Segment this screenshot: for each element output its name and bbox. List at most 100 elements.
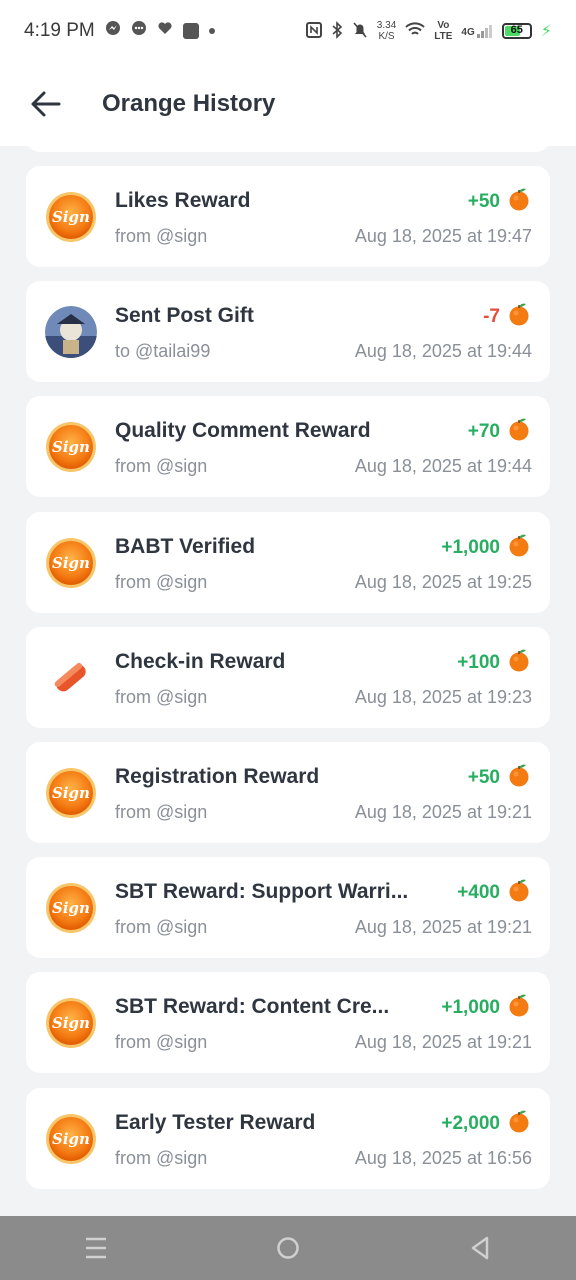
orange-icon [508,302,530,331]
back-nav-button[interactable] [456,1224,504,1272]
list-item-partial[interactable] [26,132,550,152]
item-amount: -7 [483,305,500,327]
svg-text:Sign: Sign [52,208,90,226]
history-item[interactable]: Sign BABT Verified from @sign +1,000 Aug 18,… [26,512,550,613]
orange-icon [508,533,530,562]
recent-apps-button[interactable] [72,1224,120,1272]
heart-icon [157,20,173,42]
amount-group: +70 [468,417,530,446]
history-item[interactable]: Sign Early Tester Reward from @sign +2,000 A… [26,1088,550,1189]
chat-icon [131,20,147,42]
bluetooth-icon [331,20,343,42]
history-item[interactable]: Sign SBT Reward: Support Warri... from @si… [26,857,550,958]
sign-logo-icon: Sign [45,767,97,819]
item-title: Likes Reward [115,189,251,212]
history-item[interactable]: Sign SBT Reward: Content Cre... from @sign… [26,972,550,1073]
item-amount: +1,000 [441,536,500,558]
network-speed-unit: K/S [378,31,395,42]
sign-logo-icon: Sign [45,191,97,243]
item-date: Aug 18, 2025 at 19:23 [354,687,532,707]
network-speed-value: 3.34 [376,20,397,31]
signal-label: 4G [461,27,475,38]
item-source: from @sign [115,456,208,476]
item-date: Aug 18, 2025 at 19:25 [354,572,532,592]
item-title: BABT Verified [115,535,256,558]
volte-indicator: Vo LTE [434,20,453,42]
amount-group: +1,000 [441,993,530,1022]
status-time: 4:19 PM [24,20,95,41]
item-source: from @sign [115,572,208,592]
svg-text:Sign: Sign [52,899,90,917]
item-amount: +50 [467,190,500,212]
back-arrow-icon [31,91,61,117]
back-button[interactable] [22,80,70,128]
item-title: Sent Post Gift [115,304,254,327]
wifi-icon [405,21,425,41]
history-item[interactable]: Sign Registration Reward from @sign +50 Aug … [26,742,550,843]
sign-logo-icon: Sign [45,1113,97,1165]
svg-text:Sign: Sign [52,554,90,572]
orange-icon [508,878,530,907]
history-item[interactable]: Sign Quality Comment Reward from @sign +70 A… [26,396,550,497]
item-amount: +100 [457,651,500,673]
svg-text:Sign: Sign [52,784,90,802]
page-title: Orange History [102,90,276,117]
item-amount: +70 [467,420,500,442]
item-source: from @sign [115,917,208,937]
charging-icon: ⚡ [540,23,552,40]
sign-logo-icon: Sign [45,421,97,473]
item-source: to @tailai99 [115,341,211,361]
nfc-icon [305,21,322,41]
item-source: from @sign [115,1148,208,1168]
battery-icon: 65 [501,23,532,39]
network-speed: 3.34 K/S [377,20,396,42]
item-date: Aug 18, 2025 at 16:56 [354,1148,532,1168]
item-title: Check-in Reward [115,650,286,673]
history-item[interactable]: Sign Likes Reward from @sign +50 Aug 18, 202… [26,166,550,267]
item-date: Aug 18, 2025 at 19:47 [354,226,532,246]
amount-group: +400 [457,878,530,907]
home-button[interactable] [264,1224,312,1272]
amount-group: +50 [468,763,530,792]
back-triangle-icon [471,1236,489,1260]
mute-icon [352,21,368,42]
item-date: Aug 18, 2025 at 19:21 [354,917,532,937]
item-date: Aug 18, 2025 at 19:44 [354,341,532,361]
orange-icon [508,187,530,216]
amount-group: -7 [483,302,530,331]
item-title: SBT Reward: Content Cre... [115,995,390,1018]
more-notifications-icon [208,28,215,34]
orange-icon [508,1109,530,1138]
amount-group: +2,000 [441,1109,530,1138]
amount-group: +100 [457,648,530,677]
item-date: Aug 18, 2025 at 19:44 [354,456,532,476]
item-source: from @sign [115,1032,208,1052]
sign-logo-icon: Sign [45,537,97,589]
item-date: Aug 18, 2025 at 19:21 [354,1032,532,1052]
amount-group: +50 [468,187,530,216]
item-title: Registration Reward [115,765,320,788]
item-amount: +50 [467,766,500,788]
item-title: SBT Reward: Support Warri... [115,880,409,903]
battery-level: 65 [510,24,523,36]
status-bar: 4:19 PM 3.34 K/S Vo LTE 4G 65 ⚡ [0,0,576,62]
item-title: Early Tester Reward [115,1111,316,1134]
svg-text:Sign: Sign [52,438,90,456]
item-amount: +2,000 [441,1112,500,1134]
item-source: from @sign [115,226,208,246]
orange-icon [508,993,530,1022]
orange-icon [508,763,530,792]
item-source: from @sign [115,802,208,822]
item-source: from @sign [115,687,208,707]
orange-icon [508,648,530,677]
orange-icon [508,417,530,446]
history-item[interactable]: Check-in Reward from @sign +100 Aug 18, 202… [26,627,550,728]
item-title: Quality Comment Reward [115,419,371,442]
home-circle-icon [277,1237,299,1259]
svg-text:Sign: Sign [52,1130,90,1148]
item-date: Aug 18, 2025 at 19:21 [354,802,532,822]
check-in-pill-icon [45,652,97,704]
app-notification-icon [182,23,199,39]
menu-icon [86,1237,106,1259]
history-item[interactable]: Sent Post Gift to @tailai99 -7 Aug 18, 2025… [26,281,550,382]
